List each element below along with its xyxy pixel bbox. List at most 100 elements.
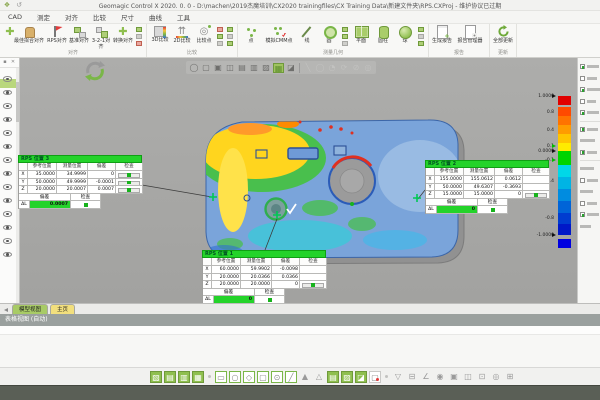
rps-callout-1[interactable]: RPS 位置 1 参考位置 测量位置 偏差 检查 X 60.0000 59.99… bbox=[202, 250, 326, 303]
eye-icon[interactable] bbox=[3, 130, 12, 136]
transform-align-button[interactable]: ✚转换对齐 bbox=[113, 25, 133, 45]
edge-mode-icon[interactable]: ◪ bbox=[355, 371, 367, 383]
lasso-select-icon[interactable]: ▢ bbox=[257, 371, 269, 383]
grid-on-icon[interactable]: ▦ bbox=[273, 63, 284, 73]
eye-icon[interactable] bbox=[3, 238, 12, 244]
circle-select-icon[interactable]: ○ bbox=[229, 371, 241, 383]
upper-tol-arrow[interactable] bbox=[552, 144, 556, 148]
checkbox[interactable] bbox=[580, 212, 585, 217]
eye-icon[interactable] bbox=[3, 76, 12, 82]
zero-arrow[interactable] bbox=[552, 149, 556, 153]
menu-cad[interactable]: CAD bbox=[8, 13, 22, 21]
menu-dimension[interactable]: 尺寸 bbox=[121, 12, 134, 22]
circle-tool-icon[interactable]: ◎ bbox=[490, 371, 502, 383]
filter-icon[interactable]: ▽ bbox=[392, 371, 404, 383]
rect-select-icon[interactable]: ▭ bbox=[215, 371, 227, 383]
viewport-3d[interactable]: ◯ ▢ ▣ ◫ ▤ ▥ ▨ ▦ ◪ ╲ ◯ ◔ ⟳ ⊘ ◎ ▪ ✕ bbox=[0, 58, 600, 303]
align-321-button[interactable]: 3-2-1对齐 bbox=[91, 25, 111, 51]
sync-icon[interactable] bbox=[84, 60, 106, 86]
pin-icon[interactable]: ▪ bbox=[2, 59, 8, 65]
disabled-rotate-icon[interactable]: ⟳ bbox=[339, 63, 349, 73]
disabled-circle-icon[interactable]: ◯ bbox=[315, 63, 325, 73]
tab-model-view[interactable]: 模型视图 bbox=[12, 304, 48, 314]
triangle-outline-icon[interactable]: △ bbox=[313, 371, 325, 383]
layout-icon[interactable]: ▤ bbox=[237, 63, 247, 73]
ruler-icon[interactable]: ⊟ bbox=[406, 371, 418, 383]
monitor-icon[interactable]: ◫ bbox=[462, 371, 474, 383]
menu-measure[interactable]: 测定 bbox=[37, 12, 50, 22]
checkbox[interactable] bbox=[580, 99, 585, 104]
line-select-icon[interactable]: ╱ bbox=[285, 371, 297, 383]
align-extra-tools[interactable] bbox=[136, 25, 142, 46]
annotation-icon[interactable]: ▣ bbox=[448, 371, 460, 383]
checkbox[interactable] bbox=[580, 110, 585, 115]
geometry-extra-tools-2[interactable] bbox=[418, 25, 424, 46]
screen-icon[interactable]: ⊡ bbox=[476, 371, 488, 383]
min-arrow[interactable] bbox=[552, 233, 556, 237]
report-manager-button[interactable]: 报告管理器 bbox=[454, 25, 486, 45]
rps-callout-2[interactable]: RPS 位置 2 参考位置 测量位置 偏差 检查 X 155.0000 155.… bbox=[425, 160, 549, 214]
menu-compare[interactable]: 比较 bbox=[93, 12, 106, 22]
datum-align-button[interactable]: 基准对齐 bbox=[69, 25, 89, 45]
close-icon[interactable]: ✕ bbox=[10, 59, 16, 65]
angle-icon[interactable]: ∠ bbox=[420, 371, 432, 383]
line-button[interactable]: 线 bbox=[297, 25, 317, 45]
compare-extra-tools-2[interactable] bbox=[227, 25, 233, 46]
generate-report-button[interactable]: 生成报告 bbox=[432, 25, 452, 45]
sphere-button[interactable]: 球 bbox=[395, 25, 415, 45]
eye-icon[interactable] bbox=[3, 157, 12, 163]
clear-selection-icon[interactable]: ▢ bbox=[369, 371, 381, 383]
tab-home[interactable]: 主页 bbox=[50, 304, 75, 314]
max-arrow[interactable] bbox=[552, 94, 556, 98]
eye-icon[interactable] bbox=[3, 171, 12, 177]
mesh-mode-icon[interactable]: ▤ bbox=[327, 371, 339, 383]
rps-callout-3[interactable]: RPS 位置 3 参考位置 测量位置 偏差 检查 X 35.0000 34.99… bbox=[18, 155, 142, 209]
plane-button[interactable]: 平面 bbox=[351, 25, 371, 45]
add-view-icon[interactable]: ⊞ bbox=[504, 371, 516, 383]
box-select-icon[interactable]: ▢ bbox=[201, 63, 211, 73]
poly-select-icon[interactable]: ◇ bbox=[243, 371, 255, 383]
eye-icon[interactable] bbox=[3, 198, 12, 204]
circle-button[interactable]: 圆 bbox=[319, 25, 339, 45]
rps-align-button[interactable]: RPS对齐 bbox=[47, 25, 67, 45]
iso-view-icon[interactable]: ▧ bbox=[150, 371, 162, 383]
eye-icon[interactable] bbox=[3, 252, 12, 258]
table-view-pane-header[interactable]: 表格视图 (自动) bbox=[0, 314, 600, 326]
disabled-target-icon[interactable]: ◎ bbox=[363, 63, 373, 73]
eye-icon[interactable] bbox=[3, 184, 12, 190]
eye-icon[interactable] bbox=[3, 117, 12, 123]
compare-point-button[interactable]: ◎比较点 bbox=[194, 25, 214, 45]
cylinder-button[interactable]: 圆柱 bbox=[373, 25, 393, 45]
checkbox[interactable] bbox=[580, 87, 585, 92]
clipped-align-button[interactable]: ✚ bbox=[3, 25, 11, 39]
view-cube-icon[interactable]: ▣ bbox=[213, 63, 223, 73]
menu-tools[interactable]: 工具 bbox=[177, 12, 190, 22]
measure-slash-icon[interactable]: ╲ bbox=[303, 63, 313, 73]
checkbox[interactable] bbox=[580, 76, 585, 81]
eye-icon[interactable] bbox=[3, 211, 12, 217]
filter-mesh-icon[interactable]: ◪ bbox=[286, 63, 296, 73]
compare-extra-tools-1[interactable] bbox=[217, 25, 223, 46]
checkbox[interactable] bbox=[580, 150, 585, 155]
lower-tol-arrow[interactable] bbox=[552, 158, 556, 162]
eye-icon[interactable] bbox=[3, 144, 12, 150]
checkbox[interactable] bbox=[580, 201, 585, 206]
disabled-pie-icon[interactable]: ◔ bbox=[327, 63, 337, 73]
panes-icon[interactable]: ▥ bbox=[249, 63, 259, 73]
sim-cmm-point-button[interactable]: 模拟CMM点 bbox=[263, 25, 295, 45]
shade-mode-icon[interactable]: ▨ bbox=[341, 371, 353, 383]
compare-3d-button[interactable]: 3D比较 bbox=[150, 25, 170, 44]
compare-2d-button[interactable]: ⇈2D比较 bbox=[172, 25, 192, 45]
user-icon[interactable]: ◉ bbox=[434, 371, 446, 383]
side-view-icon[interactable]: ▥ bbox=[178, 371, 190, 383]
checkbox[interactable] bbox=[580, 178, 585, 183]
menu-curve[interactable]: 曲线 bbox=[149, 12, 162, 22]
disabled-clip-icon[interactable]: ⊘ bbox=[351, 63, 361, 73]
checkbox[interactable] bbox=[580, 127, 585, 132]
front-view-icon[interactable]: ▤ bbox=[164, 371, 176, 383]
eye-icon[interactable] bbox=[3, 103, 12, 109]
geometry-extra-tools-1[interactable] bbox=[342, 25, 348, 46]
eye-icon[interactable] bbox=[3, 90, 12, 96]
checkbox[interactable] bbox=[580, 64, 585, 69]
brush-icon[interactable]: ▨ bbox=[261, 63, 271, 73]
